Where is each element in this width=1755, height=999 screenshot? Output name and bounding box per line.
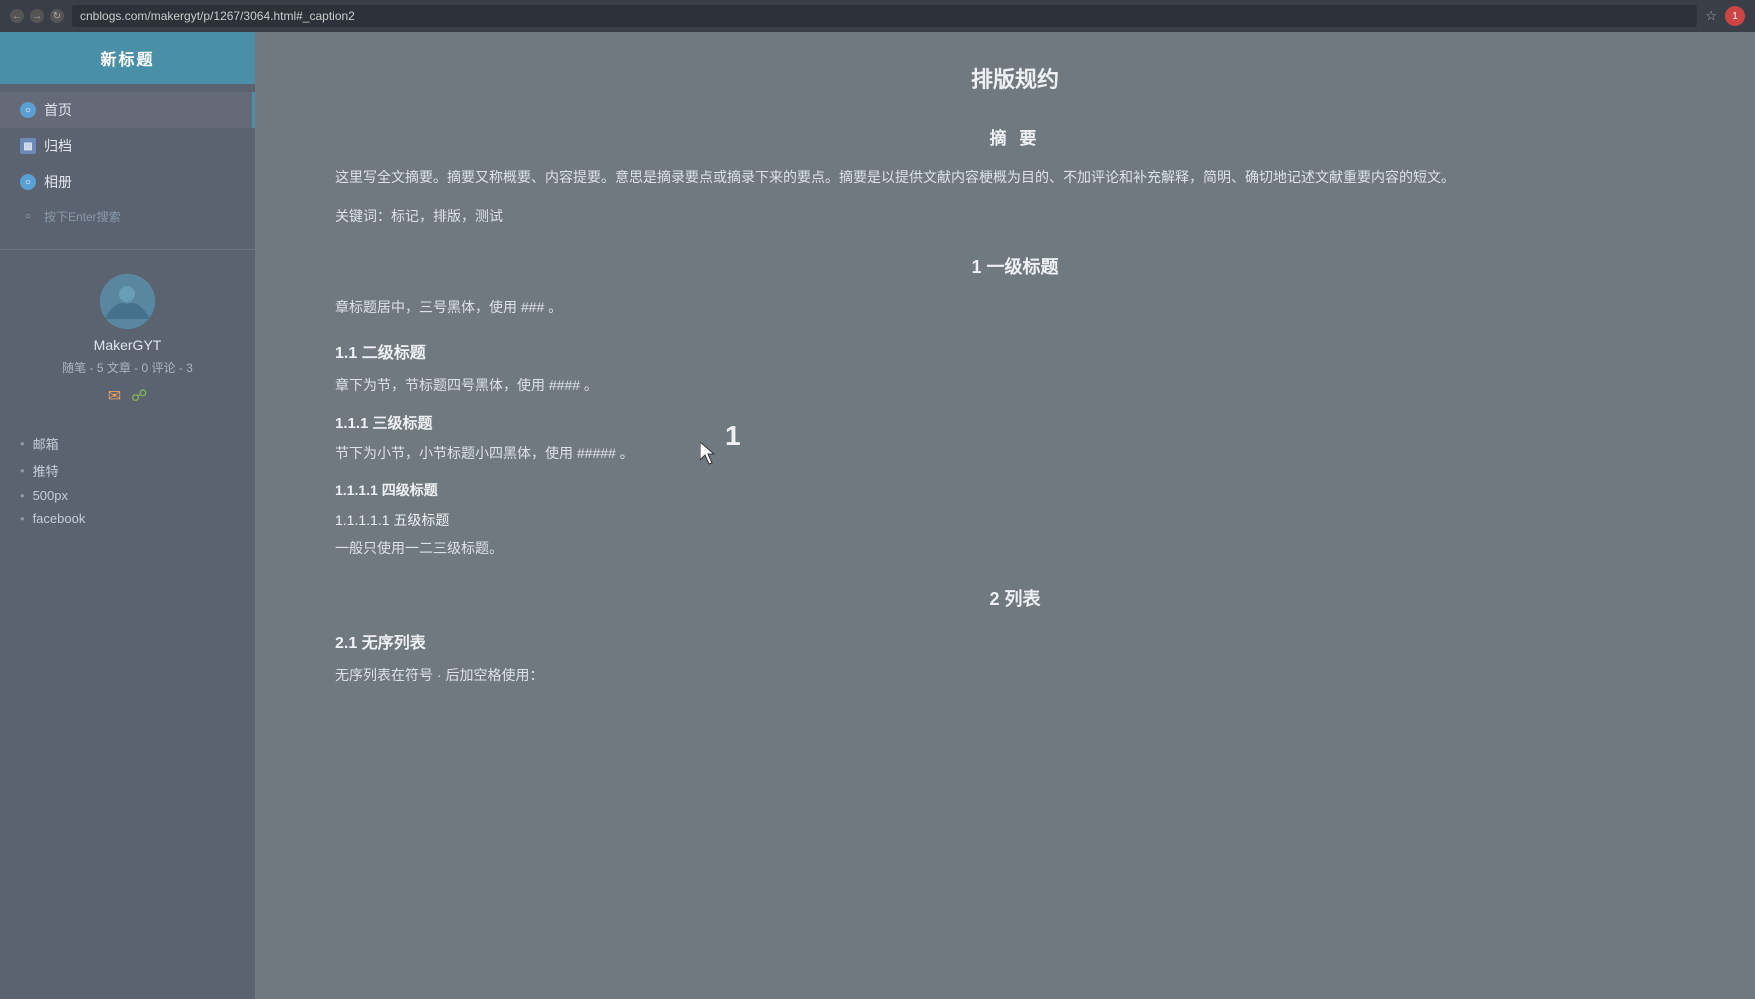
sidebar-archive-label: 归档 — [44, 136, 72, 156]
main-layout: 新标题 ○ 首页 ▩ 归档 ○ 相册 ○ 按下Enter搜索 — [0, 32, 1755, 999]
star-icon[interactable]: ☆ — [1705, 8, 1717, 24]
sidebar-album-label: 相册 — [44, 172, 72, 192]
content-area: 排版规约 摘 要 这里写全文摘要。摘要又称概要、内容提要。意思是摘录要点或摘录下… — [255, 32, 1755, 999]
h1-desc: 章标题居中，三号黑体，使用 ### 。 — [335, 295, 1695, 320]
user-name: MakerGYT — [94, 337, 162, 353]
h1-label: 1 一级标题 — [335, 253, 1695, 279]
email-icon[interactable]: ✉ — [108, 386, 121, 406]
h4-label: 1.1.1.1 四级标题 — [335, 480, 1695, 500]
rss-icon[interactable]: ☍ — [131, 386, 147, 406]
h3-label: 1.1.1 三级标题 — [335, 412, 1695, 433]
sidebar: 新标题 ○ 首页 ▩ 归档 ○ 相册 ○ 按下Enter搜索 — [0, 32, 255, 999]
sidebar-link-facebook[interactable]: facebook — [20, 507, 235, 530]
sidebar-home-label: 首页 — [44, 100, 72, 120]
user-stats: 随笔 - 5 文章 - 0 评论 - 3 — [62, 359, 193, 376]
h3-desc: 节下为小节，小节标题小四黑体，使用 ##### 。 — [335, 441, 1695, 466]
abstract-text: 这里写全文摘要。摘要又称概要、内容提要。意思是摘录要点或摘录下来的要点。摘要是以… — [335, 165, 1695, 190]
profile-icon[interactable]: 1 — [1725, 6, 1745, 26]
section2-1-label: 2.1 无序列表 — [335, 629, 1695, 653]
address-bar[interactable]: cnblogs.com/makergyt/p/1267/3064.html#_c… — [72, 5, 1697, 27]
forward-button[interactable]: → — [30, 9, 44, 23]
social-icons: ✉ ☍ — [108, 386, 148, 406]
avatar — [100, 274, 155, 329]
avatar-section: MakerGYT 随笔 - 5 文章 - 0 评论 - 3 ✉ ☍ — [0, 258, 255, 422]
url-text: cnblogs.com/makergyt/p/1267/3064.html#_c… — [80, 9, 355, 23]
h2-desc: 章下为节，节标题四号黑体，使用 #### 。 — [335, 373, 1695, 398]
general-note: 一般只使用一二三级标题。 — [335, 536, 1695, 561]
back-button[interactable]: ← — [10, 9, 24, 23]
sidebar-item-album[interactable]: ○ 相册 — [0, 164, 255, 200]
sidebar-item-home[interactable]: ○ 首页 — [0, 92, 255, 128]
sidebar-title: 新标题 — [0, 32, 255, 84]
sidebar-item-search[interactable]: ○ 按下Enter搜索 — [0, 200, 255, 233]
h2-label: 1.1 二级标题 — [335, 339, 1695, 363]
browser-controls: ← → ↻ — [10, 9, 64, 23]
content-wrapper: 排版规约 摘 要 这里写全文摘要。摘要又称概要、内容提要。意思是摘录要点或摘录下… — [335, 62, 1695, 688]
sidebar-search-label: 按下Enter搜索 — [44, 208, 121, 225]
abstract-heading: 摘 要 — [335, 124, 1695, 149]
section2-1-desc: 无序列表在符号 · 后加空格使用： — [335, 663, 1695, 688]
sidebar-link-500px[interactable]: 500px — [20, 484, 235, 507]
browser-bar: ← → ↻ cnblogs.com/makergyt/p/1267/3064.h… — [0, 0, 1755, 32]
sidebar-links: 邮箱 推特 500px facebook — [0, 422, 255, 538]
home-icon: ○ — [20, 102, 36, 118]
search-nav-icon: ○ — [20, 209, 36, 225]
h5-label: 1.1.1.1.1 五级标题 — [335, 510, 1695, 530]
sidebar-link-twitter[interactable]: 推特 — [20, 457, 235, 484]
article-title: 排版规约 — [335, 62, 1695, 94]
refresh-button[interactable]: ↻ — [50, 9, 64, 23]
section2-label: 2 列表 — [335, 585, 1695, 611]
keywords: 关键词：标记，排版，测试 — [335, 204, 1695, 229]
nav-divider — [0, 249, 255, 250]
archive-icon: ▩ — [20, 138, 36, 154]
browser-right-controls: ☆ 1 — [1705, 6, 1745, 26]
album-icon: ○ — [20, 174, 36, 190]
sidebar-item-archive[interactable]: ▩ 归档 — [0, 128, 255, 164]
sidebar-link-email[interactable]: 邮箱 — [20, 430, 235, 457]
sidebar-nav: ○ 首页 ▩ 归档 ○ 相册 ○ 按下Enter搜索 — [0, 84, 255, 241]
